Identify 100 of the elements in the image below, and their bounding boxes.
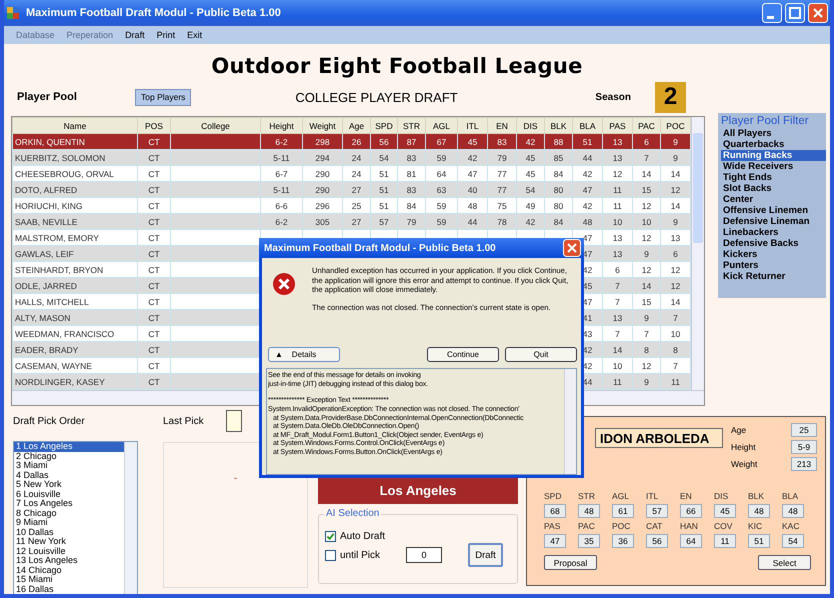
filter-item[interactable]: Center bbox=[721, 194, 826, 205]
table-cell: 10 bbox=[670, 328, 680, 338]
table-cell: CT bbox=[148, 200, 160, 210]
table-cell: 14 bbox=[612, 344, 622, 354]
quit-button[interactable]: Quit bbox=[505, 347, 577, 362]
pick-order-item[interactable]: 2 Chicago bbox=[14, 452, 124, 461]
auto-draft-checkbox[interactable] bbox=[325, 531, 336, 542]
pick-order-item[interactable]: 15 Miami bbox=[14, 575, 124, 584]
table-cell: 25 bbox=[352, 200, 362, 210]
column-header[interactable]: SPD bbox=[370, 118, 398, 134]
pick-order-item[interactable]: 11 New York bbox=[14, 537, 124, 546]
filter-item[interactable]: Defensive Backs bbox=[721, 238, 826, 249]
top-players-button[interactable]: Top Players bbox=[135, 88, 192, 106]
column-header[interactable]: POC bbox=[660, 118, 691, 134]
table-cell: 51 bbox=[582, 136, 592, 146]
table-cell: CT bbox=[148, 344, 160, 354]
table-cell: 84 bbox=[554, 216, 564, 226]
details-scrollbar[interactable] bbox=[564, 369, 576, 474]
close-icon[interactable] bbox=[563, 239, 581, 257]
stat-label: KAC bbox=[782, 521, 800, 531]
table-row[interactable]: SAAB, NEVILLE CT 6-2 305 27 57 79 59 44 78 42 84 48 10 10 9 bbox=[12, 214, 691, 230]
column-header[interactable]: Age bbox=[342, 118, 370, 134]
filter-item[interactable]: Kickers bbox=[721, 249, 826, 260]
vertical-scrollbar[interactable] bbox=[691, 117, 704, 390]
pick-order-item[interactable]: 8 Chicago bbox=[14, 508, 124, 518]
table-cell: 42 bbox=[526, 136, 536, 146]
proposal-button[interactable]: Proposal bbox=[544, 555, 597, 570]
table-cell: 85 bbox=[554, 152, 564, 162]
column-header[interactable]: STR bbox=[398, 118, 426, 134]
table-cell: CT bbox=[148, 248, 160, 258]
column-header[interactable]: PAS bbox=[602, 118, 632, 134]
filter-item[interactable]: Running Backs bbox=[721, 150, 826, 161]
until-pick-checkbox[interactable] bbox=[325, 550, 336, 560]
table-cell: 40 bbox=[468, 184, 478, 194]
last-pick-text: - bbox=[234, 473, 238, 486]
filter-item[interactable]: Defensive Lineman bbox=[721, 216, 826, 227]
table-row[interactable]: ORKIN, QUENTIN CT 6-2 298 26 56 87 67 45 83 42 88 51 13 6 9 bbox=[12, 134, 691, 150]
table-cell: 27 bbox=[352, 216, 362, 226]
pick-order-item[interactable]: 13 Los Angeles bbox=[14, 556, 124, 566]
filter-item[interactable]: Linebackers bbox=[721, 227, 826, 238]
column-header[interactable]: College bbox=[170, 118, 260, 134]
table-row[interactable]: KUERBITZ, SOLOMON CT 5-11 294 24 54 83 59 42 79 45 85 44 13 7 9 bbox=[12, 150, 691, 166]
column-header[interactable]: Height bbox=[260, 118, 302, 134]
menu-item[interactable]: Exit bbox=[183, 30, 206, 40]
list-scrollbar[interactable] bbox=[124, 442, 137, 594]
column-header[interactable]: Weight bbox=[302, 118, 342, 134]
column-header[interactable]: AGL bbox=[426, 118, 458, 134]
filter-item[interactable]: All Players bbox=[721, 128, 826, 139]
pick-order-item[interactable]: 7 Los Angeles bbox=[14, 499, 124, 508]
pick-order-item[interactable]: 3 Miami bbox=[14, 461, 124, 470]
filter-title: Player Pool Filter bbox=[721, 115, 810, 127]
close-icon[interactable] bbox=[808, 3, 828, 23]
table-cell: 87 bbox=[406, 136, 416, 146]
filter-item[interactable]: Tight Ends bbox=[721, 172, 826, 183]
table-cell: 67 bbox=[436, 136, 446, 146]
column-header[interactable]: PAC bbox=[632, 118, 660, 134]
pick-order-item[interactable]: 12 Louisville bbox=[14, 546, 124, 556]
column-header[interactable]: Name bbox=[12, 118, 138, 134]
table-cell: 305 bbox=[315, 216, 330, 226]
draft-button[interactable]: Draft bbox=[468, 543, 504, 567]
pick-number-field[interactable]: 0 bbox=[406, 547, 442, 563]
pick-order-item[interactable]: 4 Dallas bbox=[14, 470, 124, 480]
column-header[interactable]: ITL bbox=[458, 118, 488, 134]
column-header[interactable]: BLK bbox=[544, 118, 572, 134]
pick-order-item[interactable]: 5 New York bbox=[14, 480, 124, 490]
table-cell: CT bbox=[148, 232, 160, 242]
filter-item[interactable]: Punters bbox=[721, 260, 826, 271]
filter-item[interactable]: Kick Returner bbox=[721, 271, 826, 282]
details-button[interactable]: ▲ Details bbox=[268, 347, 340, 362]
ai-selection-title: AI Selection bbox=[324, 508, 382, 519]
table-cell: 45 bbox=[526, 152, 536, 162]
table-cell: 13 bbox=[612, 312, 622, 322]
minimize-icon[interactable] bbox=[762, 3, 782, 23]
column-header[interactable]: POS bbox=[138, 118, 170, 134]
pick-order-item[interactable]: 10 Dallas bbox=[14, 528, 124, 537]
select-button[interactable]: Select bbox=[758, 555, 811, 570]
filter-item[interactable]: Wide Receivers bbox=[721, 161, 826, 172]
pick-order-item[interactable]: 14 Chicago bbox=[14, 566, 124, 575]
filter-item[interactable]: Slot Backs bbox=[721, 183, 826, 194]
pick-order-item[interactable]: 9 Miami bbox=[14, 518, 124, 528]
table-cell: 42 bbox=[582, 200, 592, 210]
window-title: Maximum Football Draft Modul - Public Beta 1.00 bbox=[26, 7, 281, 19]
pick-order-item[interactable]: 6 Louisville bbox=[14, 490, 124, 499]
table-cell: ORKIN, QUENTIN bbox=[15, 136, 85, 146]
column-header[interactable]: BLA bbox=[572, 118, 602, 134]
menu-item[interactable]: Draft bbox=[121, 30, 149, 40]
table-row[interactable]: DOTO, ALFRED CT 5-11 290 27 51 83 63 40 77 54 80 47 11 15 12 bbox=[12, 182, 691, 198]
filter-item[interactable]: Offensive Linemen bbox=[721, 205, 826, 216]
menu-item[interactable]: Print bbox=[152, 30, 180, 40]
continue-button[interactable]: Continue bbox=[427, 347, 499, 362]
table-cell: 48 bbox=[468, 200, 478, 210]
table-cell: 75 bbox=[497, 200, 507, 210]
pick-order-item[interactable]: 16 Dallas bbox=[14, 584, 124, 594]
filter-item[interactable]: Quarterbacks bbox=[721, 139, 826, 150]
column-header[interactable]: DIS bbox=[516, 118, 544, 134]
table-cell: 56 bbox=[379, 136, 389, 146]
maximize-icon[interactable] bbox=[785, 3, 805, 23]
pick-order-item[interactable]: 1 Los Angeles bbox=[14, 442, 124, 452]
column-header[interactable]: EN bbox=[488, 118, 516, 134]
last-pick-field[interactable] bbox=[226, 410, 242, 432]
